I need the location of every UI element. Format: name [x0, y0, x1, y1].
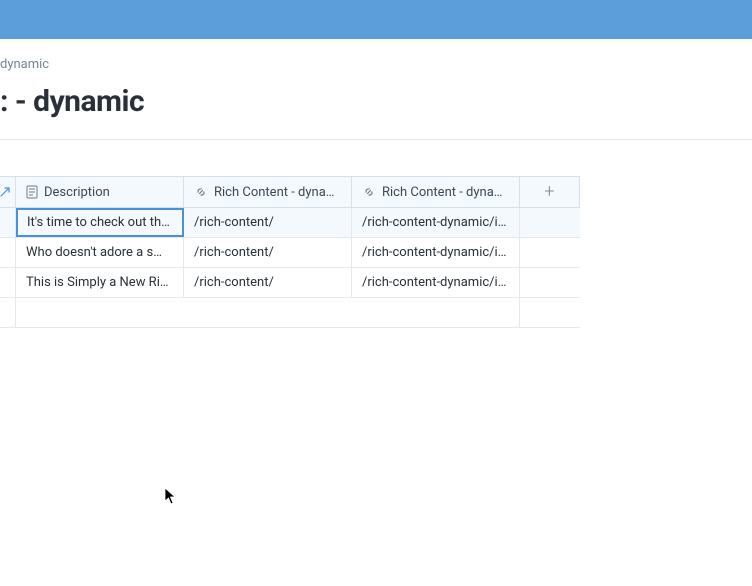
table-body: It's time to check out the … /rich-conte…: [0, 208, 580, 328]
empty-cell[interactable]: [16, 298, 520, 327]
cell-text: /rich-content-dynamic/i-a…: [362, 215, 509, 230]
column-header-description[interactable]: Description: [16, 177, 184, 207]
cell-description[interactable]: Who doesn't adore a smili…: [16, 238, 184, 267]
cell-rich-content-2[interactable]: /rich-content-dynamic/i-a…: [352, 208, 520, 237]
page-title: : - dynamic: [0, 84, 752, 119]
cell-text: /rich-content/: [194, 215, 341, 230]
column-header-rich-content-2[interactable]: Rich Content - dynam…: [352, 177, 520, 207]
data-table: Description Rich Content - dynam… Rich C…: [0, 176, 580, 328]
mouse-cursor: [164, 487, 178, 509]
row-handle[interactable]: [0, 268, 16, 297]
cell-text: This is Simply a New Rich …: [26, 275, 173, 290]
description-icon: [26, 185, 38, 199]
table-row[interactable]: Who doesn't adore a smili… /rich-content…: [0, 238, 580, 268]
link-icon: [194, 185, 208, 199]
table-header-row: Description Rich Content - dynam… Rich C…: [0, 176, 580, 208]
cell-rich-content-1[interactable]: /rich-content/: [184, 208, 352, 237]
page-header: dynamic : - dynamic: [0, 39, 752, 140]
row-handle[interactable]: [0, 238, 16, 267]
cell-text: /rich-content/: [194, 245, 341, 260]
content-area: Description Rich Content - dynam… Rich C…: [0, 140, 752, 328]
plus-icon: +: [544, 183, 554, 201]
link-icon: [362, 185, 376, 199]
add-column-button[interactable]: +: [520, 177, 580, 207]
app-top-bar: [0, 0, 752, 39]
cell-rich-content-1[interactable]: /rich-content/: [184, 238, 352, 267]
cell-text: Who doesn't adore a smili…: [26, 245, 173, 260]
expand-icon: [0, 187, 10, 197]
column-label: Description: [44, 185, 110, 200]
cell-description[interactable]: This is Simply a New Rich …: [16, 268, 184, 297]
table-row[interactable]: It's time to check out the … /rich-conte…: [0, 208, 580, 238]
cell-rich-content-1[interactable]: /rich-content/: [184, 268, 352, 297]
cell-text: /rich-content-dynamic/i-a…: [362, 245, 509, 260]
column-label: Rich Content - dynam…: [382, 185, 509, 200]
table-empty-row[interactable]: [0, 298, 580, 328]
table-row[interactable]: This is Simply a New Rich … /rich-conten…: [0, 268, 580, 298]
row-handle[interactable]: [0, 298, 16, 327]
row-handle[interactable]: [0, 208, 16, 237]
breadcrumb[interactable]: dynamic: [0, 57, 752, 72]
cell-text: /rich-content/: [194, 275, 341, 290]
cell-description[interactable]: It's time to check out the …: [16, 208, 184, 237]
expand-column-header[interactable]: [0, 177, 16, 207]
cell-text: /rich-content-dynamic/i-a…: [362, 275, 509, 290]
column-header-rich-content-1[interactable]: Rich Content - dynam…: [184, 177, 352, 207]
cell-rich-content-2[interactable]: /rich-content-dynamic/i-a…: [352, 268, 520, 297]
cell-rich-content-2[interactable]: /rich-content-dynamic/i-a…: [352, 238, 520, 267]
column-label: Rich Content - dynam…: [214, 185, 341, 200]
cell-text: It's time to check out the …: [27, 215, 173, 230]
